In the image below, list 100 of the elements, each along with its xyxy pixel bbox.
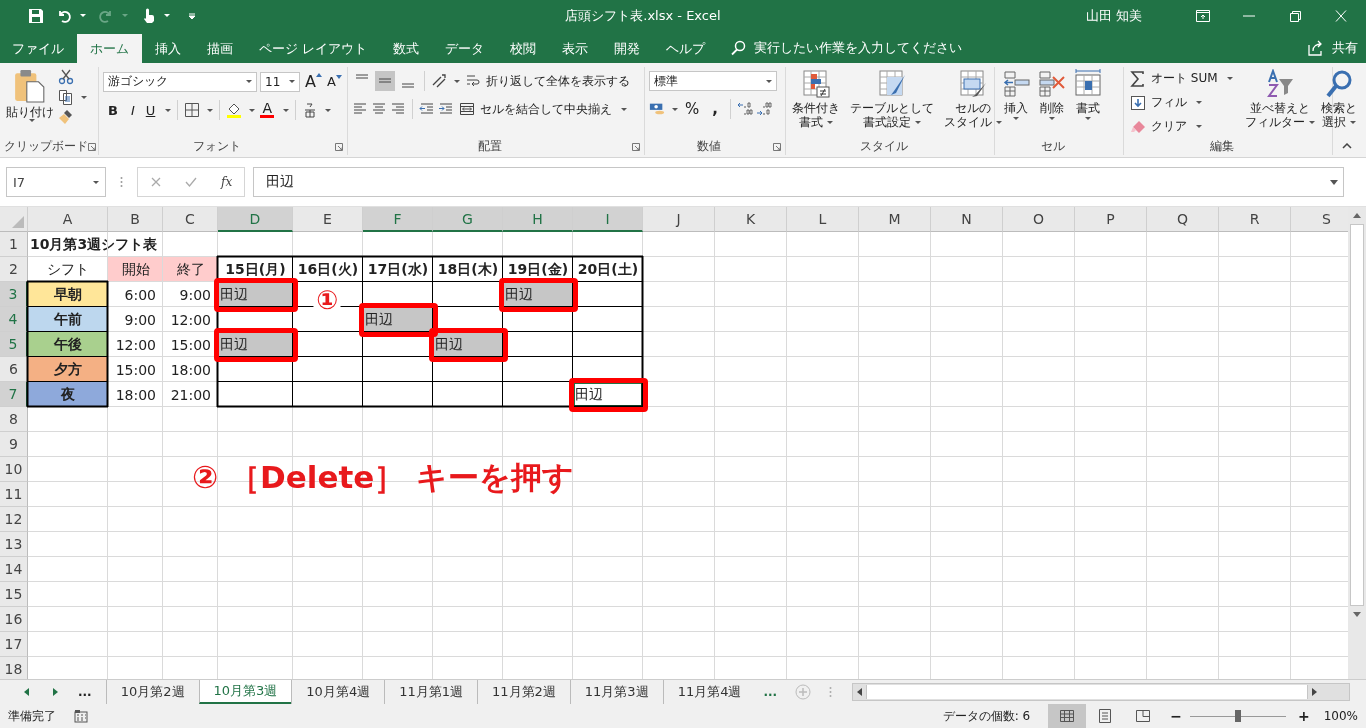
ribbon-tab[interactable]: 開発 bbox=[601, 33, 654, 64]
column-header[interactable]: R bbox=[1219, 207, 1291, 232]
expand-icon[interactable] bbox=[1330, 179, 1338, 185]
user-name[interactable]: 山田 知美 bbox=[1085, 6, 1142, 25]
merge-center-button[interactable]: セルを結合して中央揃え bbox=[457, 99, 629, 119]
autosum-button[interactable]: オート SUM bbox=[1128, 69, 1235, 89]
view-button[interactable] bbox=[1048, 704, 1087, 728]
ribbon-display-icon[interactable] bbox=[1196, 9, 1210, 22]
more-sheets-button[interactable]: ... bbox=[78, 685, 92, 699]
row-header[interactable]: 5 bbox=[0, 332, 28, 357]
column-header[interactable]: H bbox=[503, 207, 573, 232]
more-sheets-button[interactable]: ... bbox=[763, 685, 778, 699]
column-header[interactable]: M bbox=[859, 207, 931, 232]
row-header[interactable]: 10 bbox=[0, 457, 28, 482]
scroll-left-icon[interactable] bbox=[857, 688, 863, 696]
save-icon[interactable] bbox=[28, 7, 44, 24]
row-header[interactable]: 18 bbox=[0, 657, 28, 679]
column-header[interactable]: D bbox=[218, 207, 293, 232]
shrink-font-button[interactable]: A bbox=[324, 73, 342, 91]
grip-icon[interactable] bbox=[829, 686, 833, 698]
checkmark-icon[interactable] bbox=[185, 176, 198, 189]
row-header[interactable]: 13 bbox=[0, 532, 28, 557]
column-header[interactable]: A bbox=[28, 207, 108, 232]
dialog-launcher-icon[interactable] bbox=[773, 143, 781, 152]
scroll-up-icon[interactable] bbox=[1353, 213, 1361, 218]
font-color-button[interactable]: A bbox=[258, 101, 277, 120]
row-header[interactable]: 14 bbox=[0, 557, 28, 582]
column-header[interactable]: B bbox=[108, 207, 163, 232]
ribbon-tab[interactable]: ファイル bbox=[0, 33, 77, 64]
row-header[interactable]: 11 bbox=[0, 482, 28, 507]
column-header[interactable]: G bbox=[433, 207, 503, 232]
style-button[interactable]: テーブルとして 書式設定 bbox=[848, 67, 936, 132]
dialog-launcher-icon[interactable] bbox=[88, 143, 96, 152]
macro-record-icon[interactable] bbox=[74, 709, 88, 723]
italic-button[interactable]: I bbox=[125, 102, 140, 118]
row-header[interactable]: 4 bbox=[0, 307, 28, 332]
sheet-tab[interactable]: 10月第3週 bbox=[198, 680, 292, 704]
dialog-launcher-icon[interactable] bbox=[335, 143, 343, 152]
find-select-button[interactable]: 検索と 選択 bbox=[1318, 67, 1359, 132]
borders-icon[interactable] bbox=[184, 102, 201, 119]
percent-button[interactable]: % bbox=[681, 100, 704, 119]
ribbon-tab[interactable]: データ bbox=[432, 33, 498, 64]
ribbon-tab[interactable]: 数式 bbox=[380, 33, 433, 64]
clear-button[interactable]: クリア bbox=[1128, 117, 1235, 137]
underline-button[interactable]: U bbox=[142, 102, 159, 118]
row-header[interactable]: 8 bbox=[0, 407, 28, 432]
row-header[interactable]: 15 bbox=[0, 582, 28, 607]
row-header[interactable]: 3 bbox=[0, 282, 28, 307]
column-header[interactable]: C bbox=[163, 207, 218, 232]
column-header[interactable]: O bbox=[1003, 207, 1075, 232]
fill-button[interactable]: フィル bbox=[1128, 93, 1235, 113]
previous-sheet-icon[interactable] bbox=[24, 688, 29, 696]
style-button[interactable]: 条件付き 書式 bbox=[790, 67, 842, 132]
column-header[interactable]: P bbox=[1075, 207, 1147, 232]
font-size-field[interactable]: 11 bbox=[260, 71, 300, 92]
orientation-icon[interactable] bbox=[431, 73, 447, 90]
font-name-field[interactable]: 游ゴシック bbox=[103, 71, 257, 92]
copy-icon[interactable] bbox=[58, 89, 74, 106]
fill-color-icon[interactable] bbox=[226, 102, 243, 119]
decrease-decimal-icon[interactable] bbox=[755, 101, 772, 118]
ribbon-tab[interactable]: 挿入 bbox=[142, 33, 194, 64]
next-sheet-icon[interactable] bbox=[53, 688, 58, 696]
name-box[interactable]: I7 bbox=[6, 167, 106, 198]
slider-thumb[interactable] bbox=[1234, 710, 1241, 722]
sort-filter-button[interactable]: 並べ替えと フィルター bbox=[1242, 67, 1317, 132]
column-header[interactable]: S bbox=[1291, 207, 1348, 232]
vertical-scrollbar[interactable] bbox=[1348, 207, 1366, 679]
row-header[interactable]: 16 bbox=[0, 607, 28, 632]
ribbon-tab[interactable]: 表示 bbox=[549, 33, 602, 64]
ribbon-tab[interactable]: ページ レイアウト bbox=[246, 33, 381, 64]
format-painter-icon[interactable] bbox=[58, 109, 74, 126]
cells-button[interactable]: 書式 bbox=[1071, 67, 1105, 123]
comma-button[interactable]: , bbox=[706, 100, 724, 119]
column-header[interactable]: E bbox=[293, 207, 363, 232]
ribbon-tab[interactable]: ヘルプ bbox=[653, 33, 719, 64]
column-header[interactable]: F bbox=[363, 207, 433, 232]
increase-decimal-icon[interactable] bbox=[736, 101, 753, 118]
grow-font-button[interactable]: A bbox=[303, 71, 322, 93]
row-header[interactable]: 1 bbox=[0, 232, 28, 257]
scroll-down-icon[interactable] bbox=[1353, 612, 1361, 617]
close-icon[interactable] bbox=[1334, 9, 1348, 22]
column-header[interactable]: N bbox=[931, 207, 1003, 232]
column-header[interactable]: I bbox=[573, 207, 643, 232]
collapse-ribbon-icon[interactable] bbox=[1342, 143, 1352, 150]
zoom-out-button[interactable]: − bbox=[1166, 708, 1186, 724]
ribbon-tab[interactable]: ホーム bbox=[77, 33, 142, 64]
scroll-right-icon[interactable] bbox=[1312, 688, 1318, 696]
row-header[interactable]: 9 bbox=[0, 432, 28, 457]
column-header[interactable]: Q bbox=[1147, 207, 1219, 232]
share-button[interactable]: 共有 bbox=[1308, 31, 1366, 64]
tell-me-field[interactable]: 実行したい作業を入力してください bbox=[752, 39, 1037, 57]
customize-icon[interactable] bbox=[188, 11, 196, 20]
wrap-text-button[interactable]: 折り返して全体を表示する bbox=[463, 71, 632, 91]
cells-button[interactable]: 削除 bbox=[1035, 67, 1069, 123]
ribbon-tab[interactable]: 校閲 bbox=[497, 33, 550, 64]
zoom-level[interactable]: 100% bbox=[1323, 709, 1358, 723]
column-header[interactable]: J bbox=[643, 207, 715, 232]
column-header[interactable]: L bbox=[787, 207, 859, 232]
column-header[interactable]: K bbox=[715, 207, 787, 232]
row-header[interactable]: 12 bbox=[0, 507, 28, 532]
